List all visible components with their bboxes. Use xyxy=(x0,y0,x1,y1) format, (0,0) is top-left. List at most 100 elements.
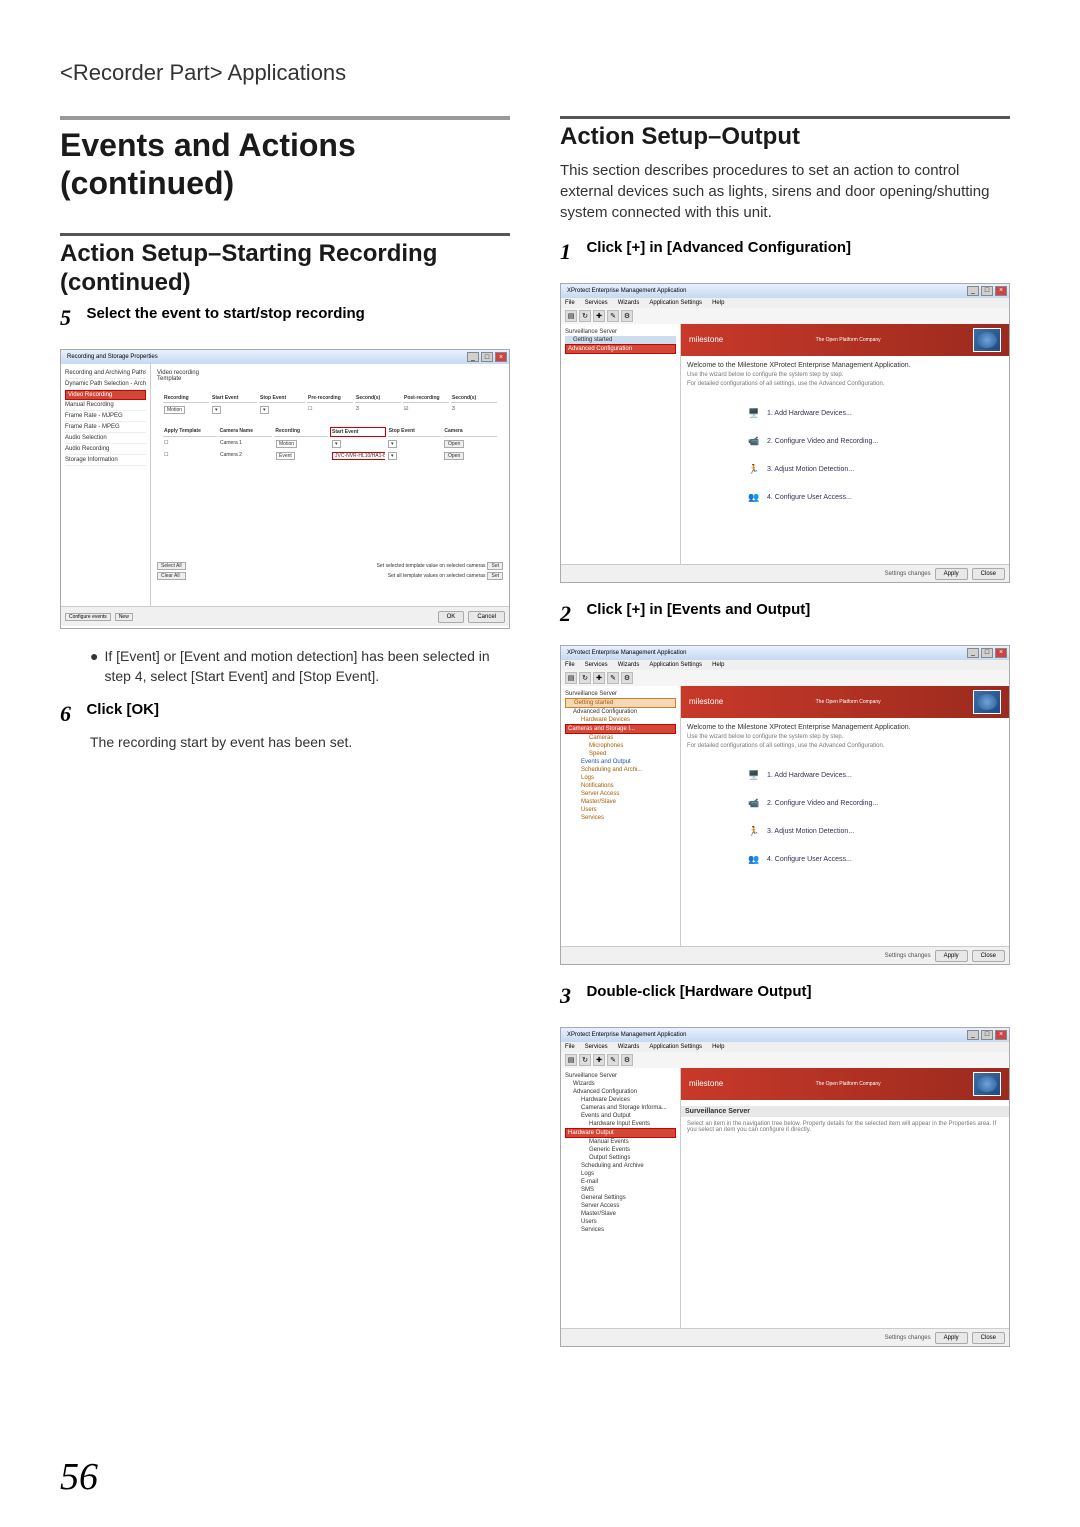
toolbar-icon[interactable]: ▤ xyxy=(565,310,577,322)
open-button[interactable]: Open xyxy=(444,452,464,460)
close-icon[interactable]: × xyxy=(995,286,1007,296)
tree-item[interactable]: Server Access xyxy=(565,1202,676,1210)
stop-event-dropdown[interactable]: ▾ xyxy=(260,406,269,414)
toolbar-icon[interactable]: ✚ xyxy=(593,672,605,684)
tree-item[interactable]: Output Settings xyxy=(565,1154,676,1162)
apply-check[interactable]: ☐ xyxy=(163,439,217,449)
maximize-icon[interactable]: □ xyxy=(981,648,993,658)
maximize-icon[interactable]: □ xyxy=(981,286,993,296)
tree-item[interactable]: Hardware Devices xyxy=(565,716,676,724)
toolbar-icon[interactable]: ✎ xyxy=(607,310,619,322)
tree-item[interactable]: Services xyxy=(565,814,676,822)
toolbar-icon[interactable]: ✎ xyxy=(607,1054,619,1066)
menu-services[interactable]: Services xyxy=(585,300,608,306)
clear-all-button[interactable]: Clear All xyxy=(157,572,186,580)
wizard-configure-video[interactable]: 📹2. Configure Video and Recording... xyxy=(747,435,1003,449)
menu-wizards[interactable]: Wizards xyxy=(618,662,640,668)
toolbar-icon[interactable]: ✚ xyxy=(593,310,605,322)
maximize-icon[interactable]: □ xyxy=(481,352,493,362)
menu-appsettings[interactable]: Application Settings xyxy=(649,300,702,306)
menu-file[interactable]: File xyxy=(565,662,575,668)
sidebar-item[interactable]: Frame Rate - MJPEG xyxy=(65,411,146,422)
tree-item[interactable]: Manual Events xyxy=(565,1138,676,1146)
tree-item[interactable]: Hardware Input Events xyxy=(565,1120,676,1128)
tree-item[interactable]: Microphones xyxy=(565,742,676,750)
tree-item[interactable]: Services xyxy=(565,1226,676,1234)
rec-dropdown[interactable]: Event xyxy=(276,452,295,460)
stop-dropdown[interactable]: ▾ xyxy=(388,440,397,448)
tree-item[interactable]: Scheduling and Archive xyxy=(565,1162,676,1170)
set-button[interactable]: Set xyxy=(487,562,503,570)
tree-item[interactable]: Events and Output xyxy=(565,1112,676,1120)
start-dropdown[interactable]: ▾ xyxy=(332,440,341,448)
tree-item[interactable]: Speed xyxy=(565,750,676,758)
tree-item-cameras-storage[interactable]: Cameras and Storage I... xyxy=(565,724,676,734)
toolbar-icon[interactable]: ✎ xyxy=(607,672,619,684)
cancel-button[interactable]: Cancel xyxy=(468,611,505,623)
minimize-icon[interactable]: _ xyxy=(967,1030,979,1040)
tree-item[interactable]: Cameras and Storage Informa... xyxy=(565,1104,676,1112)
start-dropdown[interactable]: JVC-NVR-HL10/HA1-BREAK xyxy=(332,452,385,460)
close-button[interactable]: Close xyxy=(972,950,1005,962)
tree-item-getting-started[interactable]: Getting started xyxy=(565,336,676,344)
tree-item[interactable]: Logs xyxy=(565,1170,676,1178)
tree-item[interactable]: Advanced Configuration xyxy=(565,1088,676,1096)
tree-item[interactable]: Surveillance Server xyxy=(565,690,676,698)
tree-item[interactable]: Cameras xyxy=(565,734,676,742)
ok-button[interactable]: OK xyxy=(438,611,465,623)
menu-services[interactable]: Services xyxy=(585,662,608,668)
wizard-motion[interactable]: 🏃3. Adjust Motion Detection... xyxy=(747,463,1003,477)
open-button[interactable]: Open xyxy=(444,440,464,448)
toolbar-icon[interactable]: ↻ xyxy=(579,310,591,322)
tree-item[interactable]: Server Access xyxy=(565,790,676,798)
stop-dropdown[interactable]: ▾ xyxy=(388,452,397,460)
new-button[interactable]: New xyxy=(115,613,133,621)
tree-item[interactable]: Notifications xyxy=(565,782,676,790)
apply-button[interactable]: Apply xyxy=(935,1332,968,1344)
sidebar-item[interactable]: Frame Rate - MPEG xyxy=(65,422,146,433)
sidebar-item[interactable]: Dynamic Path Selection - Archives xyxy=(65,379,146,390)
tree-item[interactable]: Surveillance Server xyxy=(565,328,676,336)
tree-item[interactable]: Getting started xyxy=(565,698,676,708)
close-icon[interactable]: × xyxy=(495,352,507,362)
menu-appsettings[interactable]: Application Settings xyxy=(649,1044,702,1050)
menu-file[interactable]: File xyxy=(565,300,575,306)
toolbar-icon[interactable]: ↻ xyxy=(579,672,591,684)
minimize-icon[interactable]: _ xyxy=(967,286,979,296)
toolbar-icon[interactable]: ↻ xyxy=(579,1054,591,1066)
wizard-add-hardware[interactable]: 🖥️1. Add Hardware Devices... xyxy=(747,407,1003,421)
menu-help[interactable]: Help xyxy=(712,662,724,668)
sidebar-item[interactable]: Storage Information xyxy=(65,455,146,466)
sidebar-item-video-recording[interactable]: Video Recording xyxy=(65,390,146,400)
tree-item[interactable]: SMS xyxy=(565,1186,676,1194)
sidebar-item[interactable]: Audio Recording xyxy=(65,444,146,455)
start-event-dropdown[interactable]: ▾ xyxy=(212,406,221,414)
menu-file[interactable]: File xyxy=(565,1044,575,1050)
toolbar-icon[interactable]: ✚ xyxy=(593,1054,605,1066)
tree-item-events-output[interactable]: Events and Output xyxy=(565,758,676,766)
rec-dropdown[interactable]: Motion xyxy=(276,440,297,448)
toolbar-icon[interactable]: ▤ xyxy=(565,1054,577,1066)
toolbar-icon[interactable]: ▤ xyxy=(565,672,577,684)
close-button[interactable]: Close xyxy=(972,568,1005,580)
apply-check[interactable]: ☐ xyxy=(163,451,217,461)
tree-item[interactable]: Surveillance Server xyxy=(565,1072,676,1080)
tree-item[interactable]: Hardware Devices xyxy=(565,1096,676,1104)
tree-item-hardware-output[interactable]: Hardware Output xyxy=(565,1128,676,1138)
menu-wizards[interactable]: Wizards xyxy=(618,300,640,306)
close-button[interactable]: Close xyxy=(972,1332,1005,1344)
tree-item[interactable]: General Settings xyxy=(565,1194,676,1202)
toolbar-icon[interactable]: ⚙ xyxy=(621,672,633,684)
tree-item[interactable]: E-mail xyxy=(565,1178,676,1186)
sidebar-item[interactable]: Recording and Archiving Paths xyxy=(65,368,146,379)
toolbar-icon[interactable]: ⚙ xyxy=(621,310,633,322)
sidebar-item[interactable]: Audio Selection xyxy=(65,433,146,444)
apply-button[interactable]: Apply xyxy=(935,950,968,962)
tree-item[interactable]: Users xyxy=(565,1218,676,1226)
menu-appsettings[interactable]: Application Settings xyxy=(649,662,702,668)
tree-item[interactable]: Users xyxy=(565,806,676,814)
maximize-icon[interactable]: □ xyxy=(981,1030,993,1040)
wizard-motion[interactable]: 🏃3. Adjust Motion Detection... xyxy=(747,825,1003,839)
pre-check[interactable]: ☐ xyxy=(307,405,353,415)
tree-item[interactable]: Scheduling and Archi... xyxy=(565,766,676,774)
